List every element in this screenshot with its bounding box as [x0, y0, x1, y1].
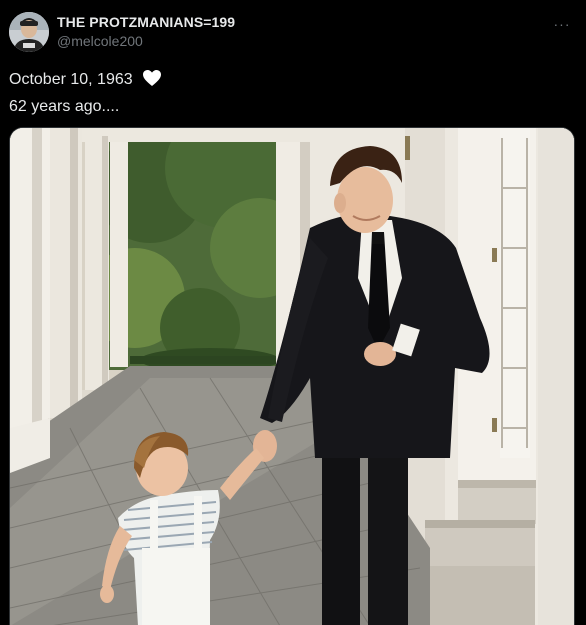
post-text-line-2: 62 years ago.... — [9, 98, 120, 115]
avatar-image — [9, 12, 49, 52]
post-date-text: October 10, 1963 — [9, 71, 133, 88]
post-card[interactable]: THE PROTZMANIANS=199 @melcole200 ··· Oct… — [0, 0, 586, 625]
more-options-button[interactable]: ··· — [548, 12, 576, 36]
white-heart-icon — [142, 69, 162, 95]
author-display-name[interactable]: THE PROTZMANIANS=199 — [57, 14, 235, 30]
post-text-line-1: October 10, 1963 — [9, 68, 569, 95]
post-header: THE PROTZMANIANS=199 @melcole200 ··· — [9, 12, 576, 54]
post-photo[interactable] — [9, 127, 575, 625]
more-options-icon: ··· — [553, 16, 571, 32]
post-text: October 10, 1963 62 years ago.... — [9, 68, 569, 119]
author-handle[interactable]: @melcole200 — [57, 33, 143, 49]
avatar[interactable] — [9, 12, 49, 52]
photo-illustration — [10, 128, 574, 625]
